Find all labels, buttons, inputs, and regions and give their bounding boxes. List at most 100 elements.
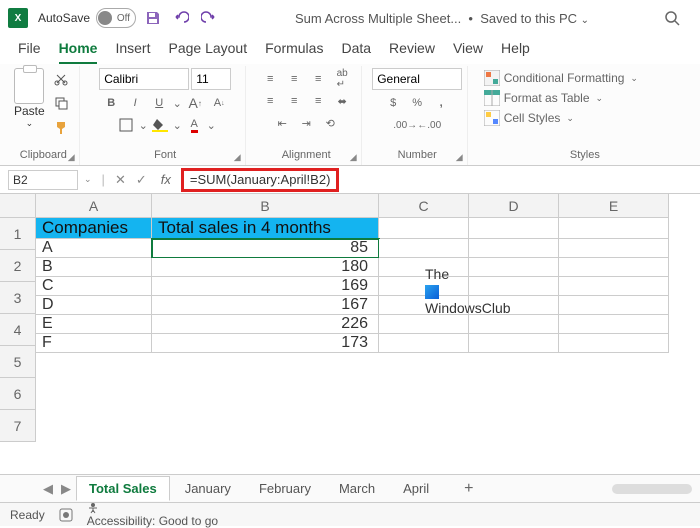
fx-icon[interactable]: fx bbox=[161, 172, 171, 187]
cell[interactable] bbox=[559, 296, 669, 315]
shrink-font-icon[interactable]: A↓ bbox=[207, 92, 231, 114]
menu-insert[interactable]: Insert bbox=[115, 40, 150, 64]
align-right-icon[interactable]: ≡ bbox=[306, 90, 330, 112]
formula-input[interactable]: =SUM(January:April!B2) bbox=[190, 172, 331, 187]
cell[interactable] bbox=[469, 218, 559, 239]
font-size-select[interactable] bbox=[191, 68, 231, 90]
format-painter-icon[interactable] bbox=[49, 116, 73, 138]
cell[interactable] bbox=[469, 334, 559, 353]
cell-selected[interactable]: 85 bbox=[152, 239, 379, 258]
menu-data[interactable]: Data bbox=[341, 40, 371, 64]
menu-formulas[interactable]: Formulas bbox=[265, 40, 323, 64]
fontcolor-dropdown[interactable]: ⌄ bbox=[206, 114, 216, 136]
border-icon[interactable] bbox=[114, 114, 138, 136]
cell[interactable]: B bbox=[36, 258, 152, 277]
indent-left-icon[interactable]: ⇤ bbox=[270, 112, 294, 134]
spreadsheet-grid[interactable]: 1 2 3 4 5 6 7 A B C D E CompaniesTotal s… bbox=[0, 194, 700, 474]
col-header[interactable]: C bbox=[379, 194, 469, 218]
font-color-icon[interactable]: A bbox=[182, 114, 206, 136]
sheet-tab[interactable]: April bbox=[390, 476, 442, 501]
align-top-icon[interactable]: ≡ bbox=[258, 68, 282, 90]
row-header[interactable]: 1 bbox=[0, 218, 36, 250]
cell[interactable]: 169 bbox=[152, 277, 379, 296]
cell[interactable]: 226 bbox=[152, 315, 379, 334]
redo-icon[interactable] bbox=[198, 7, 220, 29]
align-center-icon[interactable]: ≡ bbox=[282, 90, 306, 112]
cell[interactable]: Companies bbox=[36, 218, 152, 239]
sheet-tab[interactable]: February bbox=[246, 476, 324, 501]
format-as-table-button[interactable]: Format as Table⌄ bbox=[484, 88, 603, 108]
fill-color-icon[interactable] bbox=[148, 114, 172, 136]
accessibility-status[interactable]: Accessibility: Good to go bbox=[87, 502, 218, 528]
cell[interactable] bbox=[559, 258, 669, 277]
select-all-corner[interactable] bbox=[0, 194, 36, 218]
tab-prev-icon[interactable]: ◀ bbox=[40, 481, 56, 497]
paste-button[interactable]: Paste ⌄ bbox=[14, 68, 45, 138]
underline-dropdown[interactable]: ⌄ bbox=[171, 92, 183, 114]
accept-formula-icon[interactable]: ✓ bbox=[136, 172, 147, 188]
cell[interactable]: E bbox=[36, 315, 152, 334]
align-left-icon[interactable]: ≡ bbox=[258, 90, 282, 112]
search-icon[interactable] bbox=[664, 10, 680, 26]
menu-home[interactable]: Home bbox=[59, 40, 98, 64]
row-header[interactable]: 7 bbox=[0, 410, 36, 442]
bold-button[interactable]: B bbox=[99, 92, 123, 114]
border-dropdown[interactable]: ⌄ bbox=[138, 114, 148, 136]
sheet-tab[interactable]: Total Sales bbox=[76, 476, 170, 501]
comma-icon[interactable]: , bbox=[429, 92, 453, 114]
cell[interactable] bbox=[559, 315, 669, 334]
number-format-select[interactable] bbox=[372, 68, 462, 90]
macro-record-icon[interactable] bbox=[59, 508, 73, 522]
row-header[interactable]: 5 bbox=[0, 346, 36, 378]
cell[interactable] bbox=[559, 277, 669, 296]
grow-font-icon[interactable]: A↑ bbox=[183, 92, 207, 114]
col-header[interactable]: A bbox=[36, 194, 152, 218]
undo-icon[interactable] bbox=[170, 7, 192, 29]
cell[interactable]: 173 bbox=[152, 334, 379, 353]
align-middle-icon[interactable]: ≡ bbox=[282, 68, 306, 90]
menu-view[interactable]: View bbox=[453, 40, 483, 64]
cell[interactable] bbox=[469, 239, 559, 258]
italic-button[interactable]: I bbox=[123, 92, 147, 114]
col-header[interactable]: B bbox=[152, 194, 379, 218]
cut-icon[interactable] bbox=[49, 68, 73, 90]
cell[interactable]: A bbox=[36, 239, 152, 258]
tab-next-icon[interactable]: ▶ bbox=[58, 481, 74, 497]
row-header[interactable]: 4 bbox=[0, 314, 36, 346]
cell[interactable] bbox=[559, 218, 669, 239]
font-name-select[interactable] bbox=[99, 68, 189, 90]
row-header[interactable]: 2 bbox=[0, 250, 36, 282]
menu-help[interactable]: Help bbox=[501, 40, 530, 64]
menu-review[interactable]: Review bbox=[389, 40, 435, 64]
cell[interactable] bbox=[559, 239, 669, 258]
fill-dropdown[interactable]: ⌄ bbox=[172, 114, 182, 136]
conditional-formatting-button[interactable]: Conditional Formatting⌄ bbox=[484, 68, 638, 88]
cell[interactable]: D bbox=[36, 296, 152, 315]
col-header[interactable]: E bbox=[559, 194, 669, 218]
cell[interactable]: 167 bbox=[152, 296, 379, 315]
cell[interactable] bbox=[379, 218, 469, 239]
cell[interactable] bbox=[469, 315, 559, 334]
indent-right-icon[interactable]: ⇥ bbox=[294, 112, 318, 134]
cell[interactable] bbox=[379, 315, 469, 334]
menu-page-layout[interactable]: Page Layout bbox=[168, 40, 247, 64]
copy-icon[interactable] bbox=[49, 92, 73, 114]
sheet-tab[interactable]: March bbox=[326, 476, 388, 501]
increase-decimal-icon[interactable]: .00→ bbox=[393, 114, 417, 136]
horizontal-scrollbar[interactable] bbox=[612, 484, 692, 494]
cell[interactable] bbox=[379, 334, 469, 353]
col-header[interactable]: D bbox=[469, 194, 559, 218]
row-header[interactable]: 6 bbox=[0, 378, 36, 410]
cell[interactable]: C bbox=[36, 277, 152, 296]
cell-styles-button[interactable]: Cell Styles⌄ bbox=[484, 108, 574, 128]
save-icon[interactable] bbox=[142, 7, 164, 29]
cell[interactable]: F bbox=[36, 334, 152, 353]
cell[interactable] bbox=[379, 239, 469, 258]
merge-icon[interactable]: ⬌ bbox=[330, 90, 354, 112]
autosave-toggle[interactable]: Off bbox=[96, 8, 136, 28]
menu-file[interactable]: File bbox=[18, 40, 41, 64]
underline-button[interactable]: U bbox=[147, 92, 171, 114]
align-bottom-icon[interactable]: ≡ bbox=[306, 68, 330, 90]
row-header[interactable]: 3 bbox=[0, 282, 36, 314]
decrease-decimal-icon[interactable]: ←.00 bbox=[417, 114, 441, 136]
